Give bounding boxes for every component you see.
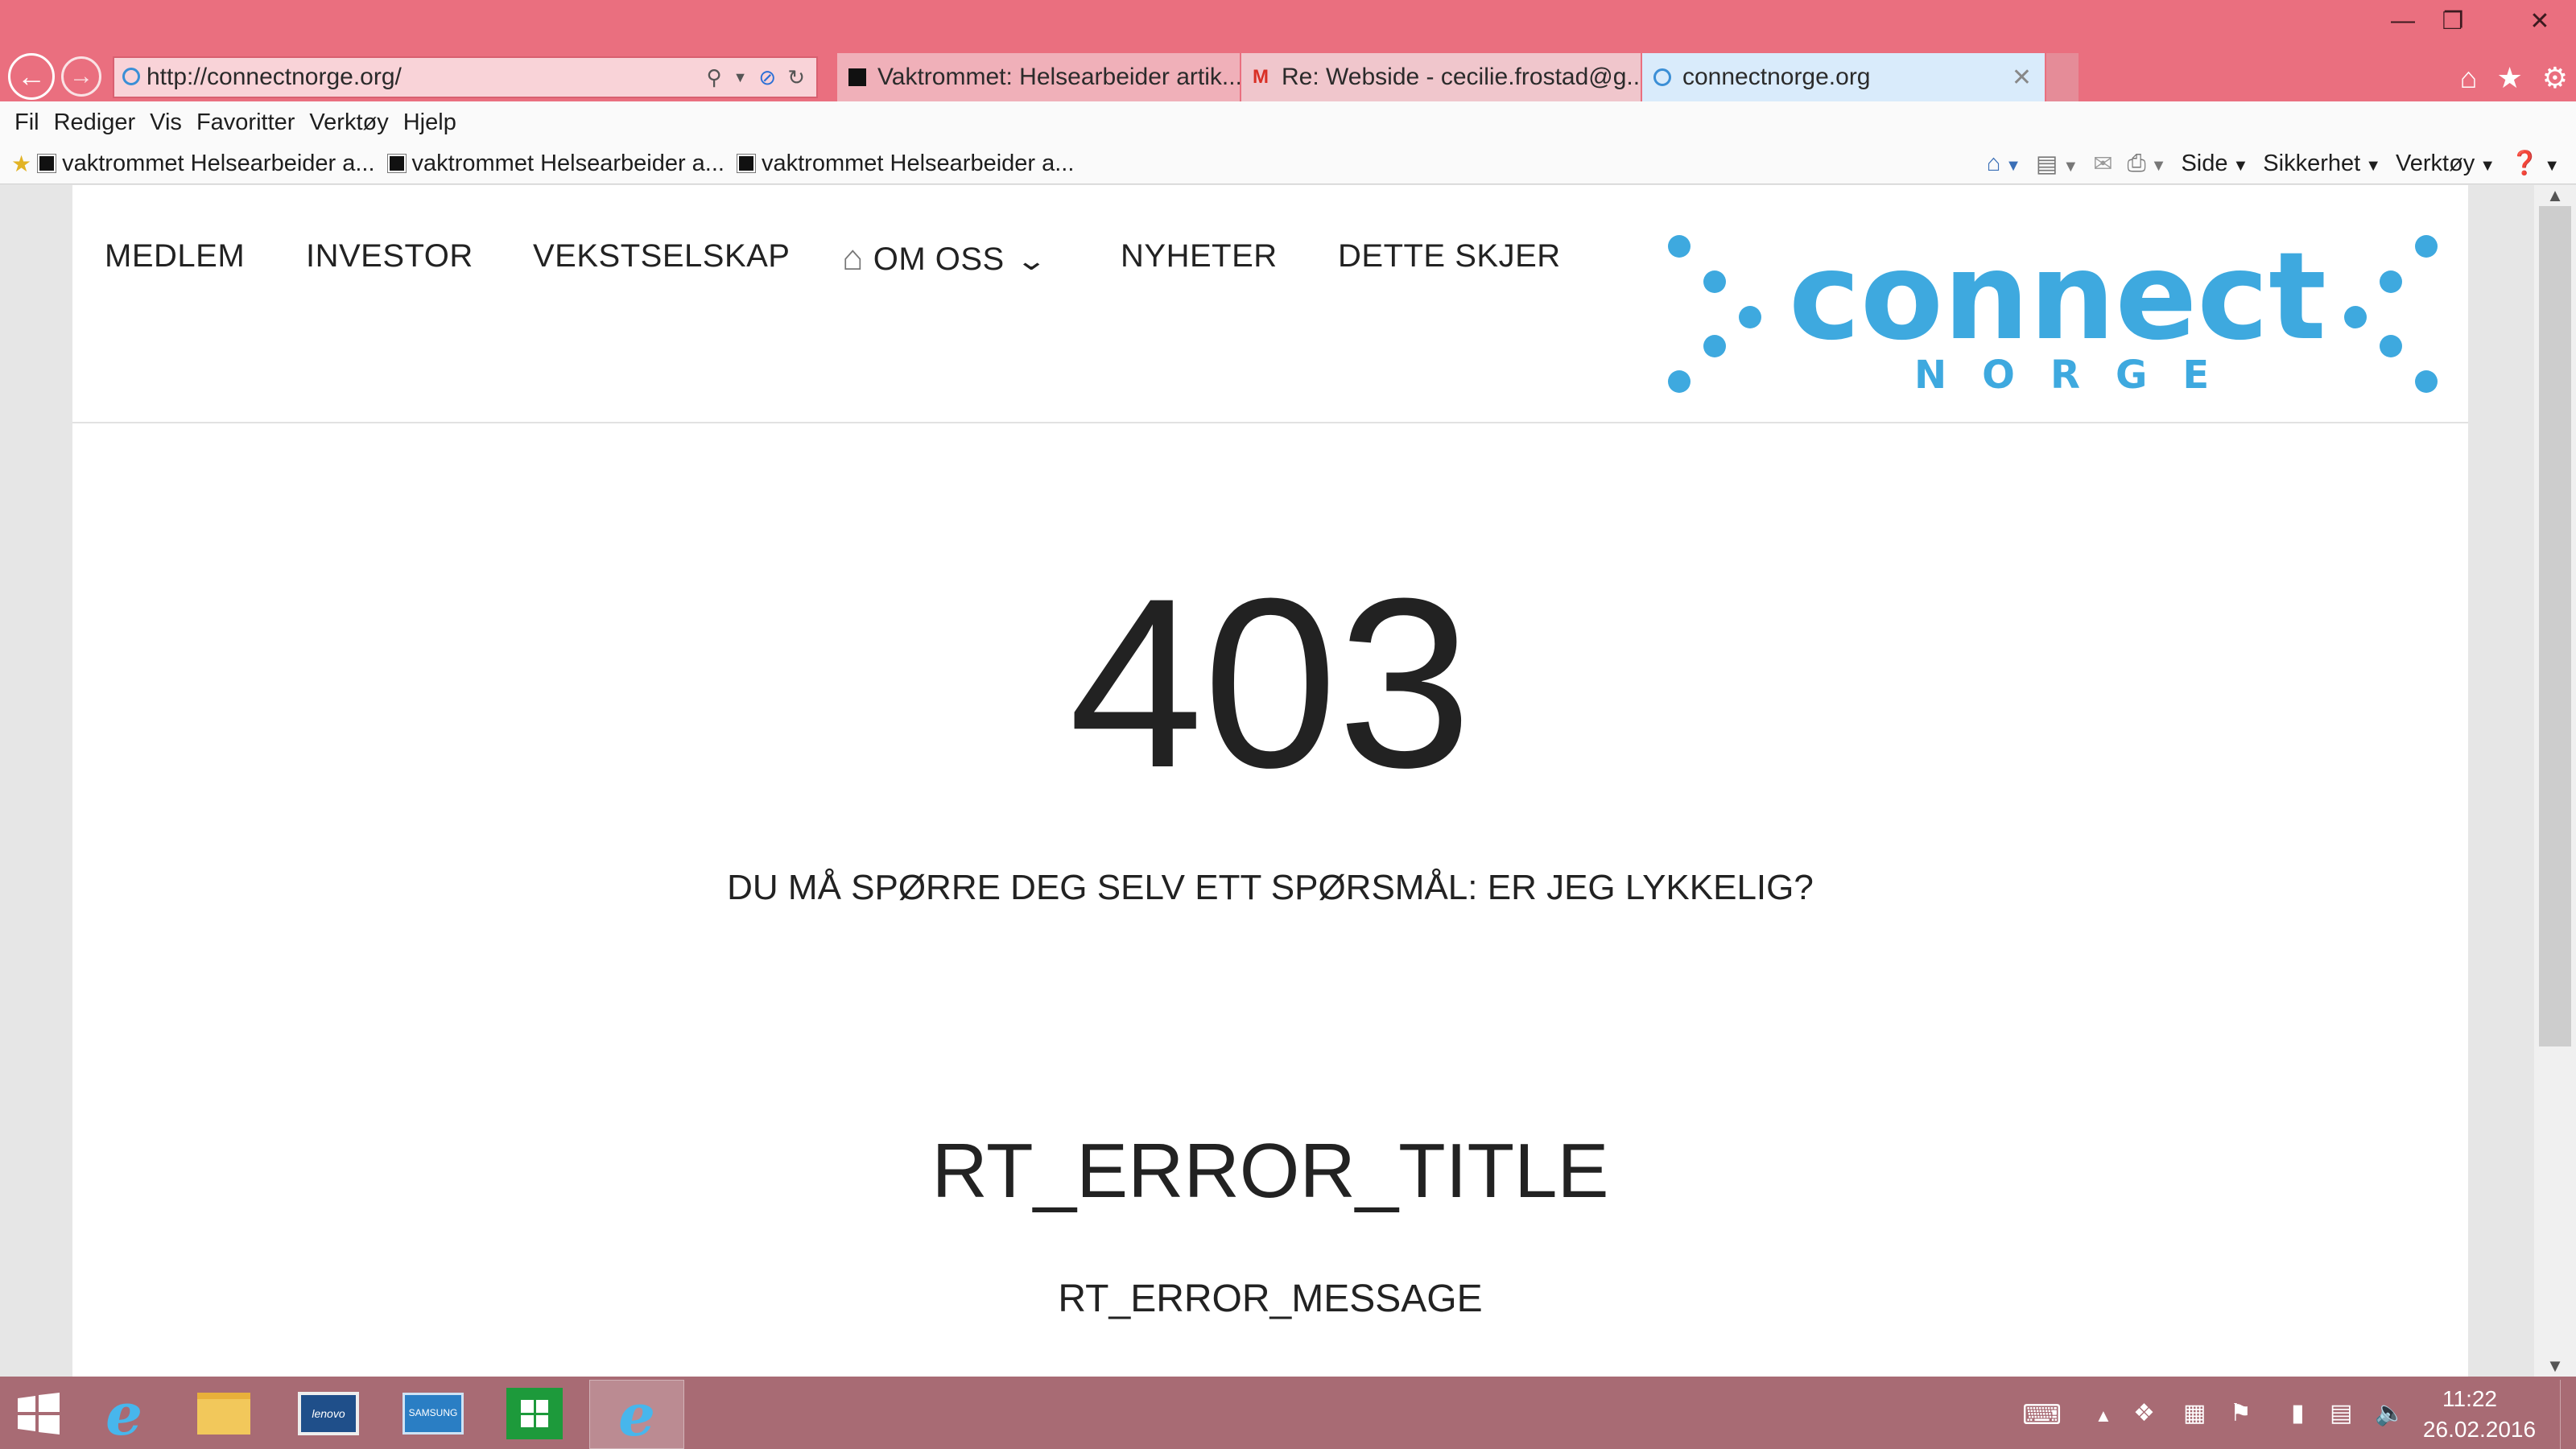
home-icon[interactable]: ⌂ [2460, 61, 2478, 95]
home-page-icon[interactable]: ⌂ ▼ [1987, 151, 2021, 177]
nav-om-oss[interactable]: ⌂ OM OSS ⌄ [842, 238, 1047, 279]
back-arrow-icon[interactable]: ← [8, 53, 55, 100]
tab-gmail[interactable]: M Re: Webside - cecilie.frostad@g... [1241, 53, 1641, 101]
chevron-down-icon: ⌄ [1015, 246, 1049, 276]
search-icon[interactable]: ⚲ [707, 65, 722, 90]
home-icon: ⌂ [842, 238, 865, 278]
page-menu[interactable]: Side ▼ [2181, 151, 2248, 177]
keyboard-icon[interactable]: ⌨ [2022, 1399, 2062, 1431]
favorites-star-icon[interactable]: ★ [11, 151, 31, 177]
menu-view[interactable]: Vis [150, 109, 182, 136]
windows-start-icon[interactable] [0, 1383, 77, 1444]
lenovo-app-icon[interactable]: lenovo [290, 1383, 367, 1444]
help-icon[interactable]: ❓ ▼ [2510, 150, 2560, 177]
favorite-label: vaktrommet Helsearbeider a... [411, 150, 724, 176]
dropdown-icon[interactable]: ▼ [733, 69, 748, 86]
error-code: 403 [1068, 547, 1472, 818]
address-bar[interactable]: http://connectnorge.org/ ⚲ ▼ ⊘ ↻ [113, 56, 818, 98]
favorite-favicon-icon [387, 155, 406, 172]
tab-favicon-icon [848, 68, 866, 86]
forward-arrow-icon[interactable]: → [61, 56, 101, 97]
internet-explorer-active-icon[interactable]: e [589, 1380, 684, 1449]
nav-nyheter[interactable]: NYHETER [1121, 238, 1278, 275]
nav-om-oss-label: OM OSS [873, 242, 1005, 277]
file-explorer-icon[interactable] [185, 1383, 262, 1444]
tab-label: connectnorge.org [1682, 64, 1871, 90]
windows-store-icon[interactable] [496, 1383, 573, 1444]
tab-label: Re: Webside - cecilie.frostad@g... [1282, 64, 1641, 90]
address-url[interactable]: http://connectnorge.org/ [147, 64, 707, 91]
refresh-icon[interactable]: ↻ [787, 65, 805, 90]
nav-dette-skjer[interactable]: DETTE SKJER [1338, 238, 1561, 275]
ie-favicon-icon [1653, 68, 1671, 86]
favorite-favicon-icon [38, 155, 56, 172]
site-header: MEDLEM INVESTOR VEKSTSELSKAP ⌂ OM OSS ⌄ … [72, 185, 2468, 423]
logo-dots-left-icon [1668, 235, 1761, 393]
close-tab-icon[interactable]: ✕ [2012, 64, 2032, 92]
new-tab-button[interactable] [2046, 53, 2079, 101]
menu-edit[interactable]: Rediger [54, 109, 136, 136]
safety-menu[interactable]: Sikkerhet ▼ [2263, 151, 2381, 177]
menu-help[interactable]: Hjelp [403, 109, 456, 136]
gmail-icon: M [1253, 66, 1269, 88]
tab-vaktrommet[interactable]: Vaktrommet: Helsearbeider artik... [837, 53, 1240, 101]
error-subtitle: DU MÅ SPØRRE DEG SELV ETT SPØRSMÅL: ER J… [727, 868, 1814, 907]
web-page: MEDLEM INVESTOR VEKSTSELSKAP ⌂ OM OSS ⌄ … [72, 185, 2468, 1377]
command-bar: ⌂ ▼ ▤ ▼ ✉ ⎙ ▼ Side ▼ Sikkerhet ▼ Verktøy ▼ ❓ ▼ [1987, 143, 2560, 184]
vertical-scrollbar[interactable]: ▲ ▼ [2534, 185, 2576, 1377]
nav-investor[interactable]: INVESTOR [306, 238, 473, 275]
feeds-icon[interactable]: ▤ ▼ [2036, 150, 2079, 178]
star-icon[interactable]: ★ [2496, 61, 2522, 95]
page-favicon-icon [122, 68, 140, 85]
flag-icon[interactable]: ⚑ [2230, 1399, 2252, 1427]
dropbox-icon[interactable]: ❖ [2133, 1399, 2155, 1427]
restore-button[interactable]: ❐ [2417, 0, 2489, 42]
logo-dots-right-icon [2344, 235, 2438, 393]
error-message: RT_ERROR_MESSAGE [1058, 1278, 1483, 1320]
print-icon[interactable]: ⎙ ▼ [2127, 151, 2166, 177]
gear-icon[interactable]: ⚙ [2542, 61, 2568, 95]
battery-icon[interactable]: ▮ [2291, 1399, 2305, 1427]
windows-tray-icon[interactable]: ▦ [2183, 1399, 2206, 1427]
clock-date[interactable]: 26.02.2016 [2399, 1417, 2560, 1443]
browser-toolbar: ⌂ ★ ⚙ [2460, 61, 2568, 95]
scroll-down-icon[interactable]: ▼ [2534, 1356, 2576, 1377]
close-window-button[interactable]: ✕ [2504, 0, 2576, 42]
nav-vekstselskap[interactable]: VEKSTSELSKAP [533, 238, 790, 275]
favorite-link[interactable]: vaktrommet Helsearbeider a... [38, 150, 375, 177]
show-hidden-icons-icon[interactable]: ▲ [2095, 1406, 2112, 1426]
menu-favorites[interactable]: Favoritter [196, 109, 295, 136]
menu-file[interactable]: Fil [14, 109, 39, 136]
logo-subtitle: NORGE [1914, 353, 2244, 394]
favorite-label: vaktrommet Helsearbeider a... [62, 150, 375, 176]
mail-icon[interactable]: ✉ [2093, 150, 2112, 178]
tools-menu[interactable]: Verktøy ▼ [2396, 151, 2496, 177]
menu-tools[interactable]: Verktøy [309, 109, 388, 136]
compatibility-view-icon[interactable]: ⊘ [758, 65, 776, 90]
internet-explorer-icon[interactable]: e [85, 1380, 163, 1448]
favorite-link[interactable]: vaktrommet Helsearbeider a... [737, 151, 1074, 177]
clock-time[interactable]: 11:22 [2413, 1386, 2526, 1412]
tab-connectnorge[interactable]: connectnorge.org ✕ [1642, 53, 2045, 101]
samsung-app-icon[interactable]: SAMSUNG [394, 1383, 472, 1444]
menu-bar: Fil Rediger Vis Favoritter Verktøy Hjelp [0, 101, 2576, 143]
favorite-favicon-icon [737, 155, 755, 172]
nav-medlem[interactable]: MEDLEM [105, 238, 245, 275]
network-signal-icon[interactable]: ▤ [2330, 1399, 2352, 1427]
show-desktop-button[interactable] [2560, 1380, 2576, 1449]
scroll-up-icon[interactable]: ▲ [2534, 185, 2576, 206]
favorite-label: vaktrommet Helsearbeider a... [761, 150, 1075, 176]
logo-wordmark: connect [1789, 227, 2326, 367]
connect-norge-logo[interactable]: connect NORGE [1666, 217, 2439, 394]
tab-label: Vaktrommet: Helsearbeider artik... [877, 64, 1240, 90]
scroll-thumb[interactable] [2539, 206, 2571, 1046]
favorite-link[interactable]: vaktrommet Helsearbeider a... [387, 150, 724, 177]
error-title: RT_ERROR_TITLE [931, 1128, 1609, 1214]
